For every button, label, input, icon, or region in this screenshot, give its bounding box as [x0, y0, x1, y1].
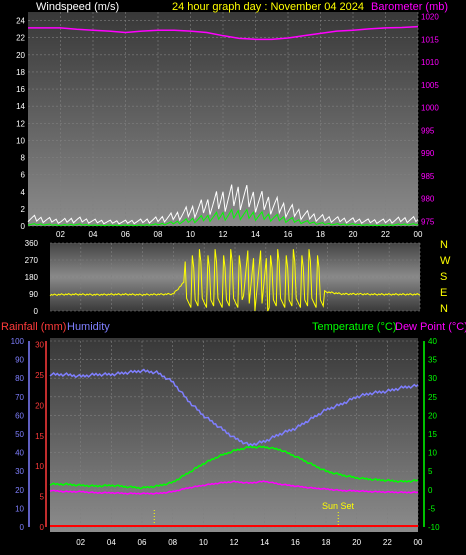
direction-tick-label: 270 [25, 256, 39, 265]
x-tick-label: 08 [154, 230, 163, 239]
wind-tick-label: 12 [16, 119, 25, 128]
temperature-tick-label: 25 [428, 393, 437, 402]
x-tick-label: 06 [138, 538, 147, 547]
temperature-tick-label: 15 [428, 430, 437, 439]
x-tick-label: 12 [230, 538, 239, 547]
compass-letter: N [440, 303, 448, 315]
humidity-tick-label: 20 [15, 486, 24, 495]
temperature-tick-label: 20 [428, 411, 437, 420]
compass-letter: S [440, 271, 447, 283]
wind-tick-label: 2 [21, 205, 26, 214]
graph-title: 24 hour graph day : November 04 2024 [172, 1, 364, 13]
sunset-label: Sun Set [322, 501, 355, 511]
barometer-label: Barometer (mb) [371, 1, 448, 13]
baro-tick-label: 980 [421, 195, 435, 204]
x-tick-label: 06 [121, 230, 130, 239]
x-tick-label: 20 [352, 538, 361, 547]
direction-tick-label: 0 [34, 307, 39, 316]
humidity-tick-label: 10 [15, 504, 24, 513]
rain-tick-label: 30 [35, 341, 44, 350]
x-tick-label: 08 [168, 538, 177, 547]
wind-tick-label: 14 [16, 102, 25, 111]
x-tick-label: 16 [291, 538, 300, 547]
baro-tick-label: 985 [421, 172, 435, 181]
x-tick-label: 02 [76, 538, 85, 547]
x-tick-label: 00 [414, 538, 423, 547]
humidity-label: Humidity [67, 321, 110, 333]
compass-letter: W [440, 255, 451, 267]
wind-tick-label: 4 [21, 188, 26, 197]
rain-tick-label: 0 [40, 523, 45, 532]
x-tick-label: 04 [89, 230, 98, 239]
x-tick-label: 10 [199, 538, 208, 547]
x-tick-label: 00 [414, 230, 423, 239]
humidity-tick-label: 60 [15, 411, 24, 420]
humidity-tick-label: 30 [15, 467, 24, 476]
rain-tick-label: 10 [35, 462, 44, 471]
windspeed-label: Windspeed (m/s) [36, 1, 119, 13]
wind-tick-label: 10 [16, 136, 25, 145]
direction-tick-label: 360 [25, 239, 39, 248]
temperature-tick-label: 5 [428, 467, 433, 476]
temperature-tick-label: 0 [428, 486, 433, 495]
dewpoint-label: Dew Point (°C) [395, 321, 466, 333]
weather-graph: 2422201816141210864201020101510101005100… [1, 1, 466, 547]
wind-tick-label: 22 [16, 34, 25, 43]
wind-tick-label: 24 [16, 17, 25, 26]
temperature-tick-label: -5 [428, 504, 436, 513]
baro-tick-label: 1005 [421, 81, 439, 90]
wind-tick-label: 20 [16, 51, 25, 60]
rain-tick-label: 25 [35, 371, 44, 380]
x-tick-label: 14 [251, 230, 260, 239]
humidity-tick-label: 50 [15, 430, 24, 439]
wind-tick-label: 18 [16, 68, 25, 77]
direction-tick-label: 180 [25, 273, 39, 282]
wind-tick-label: 8 [21, 154, 26, 163]
x-tick-label: 10 [186, 230, 195, 239]
wind-tick-label: 0 [21, 222, 26, 231]
temperature-label: Temperature (°C) [312, 321, 396, 333]
compass-letter: N [440, 239, 448, 251]
baro-tick-label: 990 [421, 149, 435, 158]
humidity-tick-label: 70 [15, 393, 24, 402]
baro-tick-label: 1010 [421, 58, 439, 67]
humidity-tick-label: 80 [15, 374, 24, 383]
temperature-tick-label: 40 [428, 337, 437, 346]
x-tick-label: 20 [349, 230, 358, 239]
temperature-tick-label: 10 [428, 449, 437, 458]
temperature-tick-label: -10 [428, 523, 440, 532]
wind-tick-label: 16 [16, 85, 25, 94]
x-tick-label: 02 [56, 230, 65, 239]
wind-tick-label: 6 [21, 171, 26, 180]
baro-tick-label: 995 [421, 126, 435, 135]
x-tick-label: 04 [107, 538, 116, 547]
baro-tick-label: 975 [421, 217, 435, 226]
rain-tick-label: 15 [35, 432, 44, 441]
humidity-tick-label: 90 [15, 356, 24, 365]
compass-letter: E [440, 287, 447, 299]
humidity-tick-label: 0 [20, 523, 25, 532]
humidity-tick-label: 40 [15, 449, 24, 458]
x-tick-label: 16 [284, 230, 293, 239]
x-tick-label: 18 [316, 230, 325, 239]
direction-tick-label: 90 [29, 290, 38, 299]
rain-tick-label: 20 [35, 401, 44, 410]
temperature-tick-label: 35 [428, 356, 437, 365]
x-tick-label: 18 [322, 538, 331, 547]
rain-tick-label: 5 [40, 493, 45, 502]
x-tick-label: 12 [219, 230, 228, 239]
temperature-tick-label: 30 [428, 374, 437, 383]
humidity-tick-label: 100 [11, 337, 25, 346]
x-tick-label: 22 [381, 230, 390, 239]
x-tick-label: 14 [260, 538, 269, 547]
rainfall-label: Rainfall (mm) [1, 321, 66, 333]
baro-tick-label: 1015 [421, 35, 439, 44]
baro-tick-label: 1020 [421, 13, 439, 22]
x-tick-label: 22 [383, 538, 392, 547]
baro-tick-label: 1000 [421, 104, 439, 113]
